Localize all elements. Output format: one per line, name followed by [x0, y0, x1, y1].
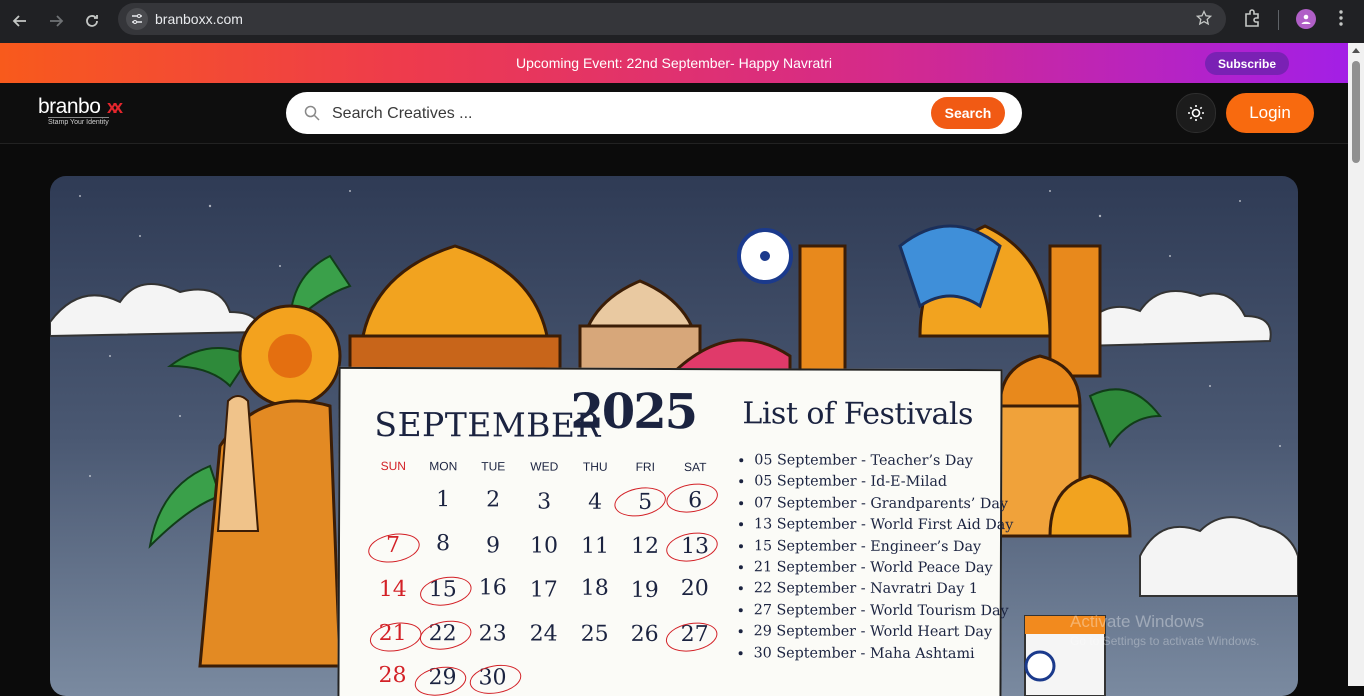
calendar-day: 23 [478, 621, 507, 647]
back-icon[interactable] [6, 7, 34, 35]
calendar-day: 8 [435, 531, 451, 557]
windows-activation-subtext: Go to Settings to activate Windows. [1070, 634, 1260, 648]
theme-toggle-sun-icon[interactable] [1176, 93, 1216, 133]
festival-item: 22 September - Navratri Day 1 [754, 579, 1013, 601]
logo-word: branbo [38, 95, 101, 118]
search-icon [304, 105, 320, 126]
browser-menu-icon[interactable] [1333, 8, 1349, 33]
festivals-title: List of Festivals [742, 396, 974, 433]
logo-accent: xx [107, 97, 123, 117]
toolbar-divider [1278, 10, 1279, 30]
calendar-day: 25 [580, 621, 609, 647]
windows-activation-watermark: Activate Windows [1070, 612, 1205, 631]
url-text: branboxx.com [155, 11, 243, 27]
profile-avatar[interactable] [1296, 9, 1316, 29]
reload-icon[interactable] [78, 7, 106, 35]
calendar-day: 11 [580, 533, 610, 559]
scroll-thumb[interactable] [1352, 61, 1360, 163]
login-button[interactable]: Login [1226, 93, 1314, 133]
bookmark-star-icon[interactable] [1195, 9, 1213, 31]
calendar-day: 9 [485, 533, 501, 559]
calendar-day: 1 [436, 487, 451, 513]
festival-item: 07 September - Grandparents’ Day [754, 493, 1013, 515]
festival-item: 27 September - World Tourism Day [754, 600, 1013, 622]
calendar-day: 3 [537, 489, 552, 515]
site-header: branbo xx Stamp Your Identity Search Log… [0, 83, 1348, 144]
festival-item: 15 September - Engineer’s Day [754, 536, 1013, 558]
calendar-day: 26 [630, 621, 659, 647]
search-button[interactable]: Search [931, 97, 1005, 129]
weekday-label: MON [429, 459, 458, 474]
calendar-day: 20 [680, 576, 709, 602]
festival-item: 30 September - Maha Ashtami [754, 643, 1013, 665]
festival-item: 05 September - Id-E-Milad [754, 472, 1013, 494]
weekday-label: TUE [481, 459, 506, 474]
festival-item: 21 September - World Peace Day [754, 557, 1013, 579]
calendar-month: SEPTEMBER [374, 404, 601, 445]
festival-item: 05 September - Teacher’s Day [754, 450, 1013, 472]
weekday-label: SUN [380, 458, 406, 474]
logo-tagline: Stamp Your Identity [48, 117, 109, 126]
weekday-label: WED [530, 459, 559, 474]
page-scrollbar[interactable] [1348, 43, 1364, 686]
address-bar[interactable]: branboxx.com [118, 3, 1226, 35]
festival-item: 29 September - World Heart Day [754, 622, 1013, 644]
calendar-year: 2025 [570, 383, 697, 441]
scroll-up-arrow-icon[interactable] [1352, 48, 1360, 53]
forward-icon[interactable] [42, 7, 70, 35]
subscribe-button[interactable]: Subscribe [1205, 52, 1289, 75]
calendar-day: 10 [529, 533, 559, 559]
search-bar: Search [286, 92, 1022, 134]
calendar-day: 16 [478, 575, 507, 601]
calendar-day: 12 [630, 533, 660, 559]
calendar-day: 2 [486, 487, 501, 513]
weekday-label: THU [582, 459, 608, 474]
calendar-day: 19 [630, 577, 659, 603]
weekday-label: FRI [635, 459, 655, 474]
calendar-day: 18 [580, 575, 609, 601]
calendar-day: 24 [529, 621, 558, 647]
calendar-day: 17 [529, 577, 558, 603]
festival-item: 13 September - World First Aid Day [754, 515, 1013, 537]
weekday-label: SAT [683, 460, 707, 475]
announcement-bar: Upcoming Event: 22nd September- Happy Na… [0, 43, 1348, 83]
search-input[interactable] [330, 101, 894, 127]
site-settings-icon[interactable] [126, 8, 148, 30]
calendar-day: 28 [378, 662, 407, 689]
festivals-list: 05 September - Teacher’s Day 05 Septembe… [738, 450, 1014, 665]
browser-toolbar: branboxx.com [0, 0, 1364, 43]
extensions-icon[interactable] [1242, 8, 1262, 33]
calendar-card: SEPTEMBER 2025 SUN MON TUE WED THU FRI S… [337, 366, 1013, 696]
branboxx-logo[interactable]: branbo xx Stamp Your Identity [38, 95, 128, 129]
calendar-day: 14 [378, 576, 407, 603]
calendar-day: 4 [588, 489, 603, 515]
announcement-text: Upcoming Event: 22nd September- Happy Na… [516, 55, 832, 71]
